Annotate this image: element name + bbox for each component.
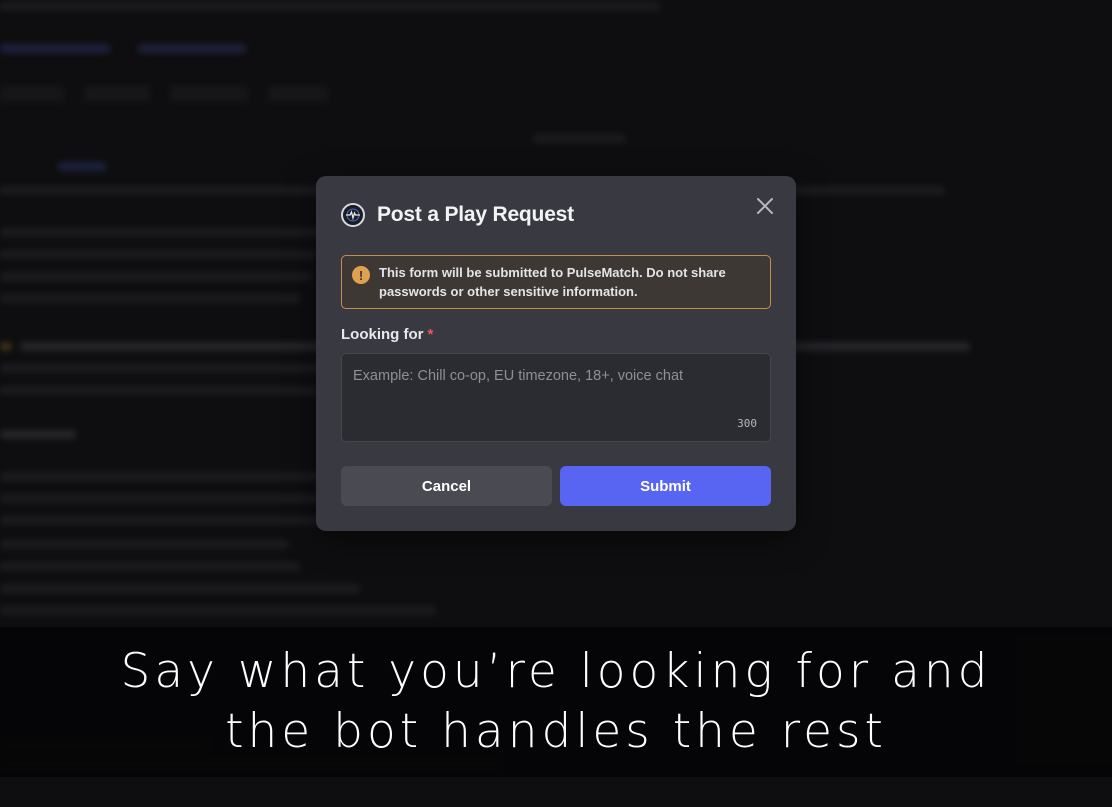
- looking-for-label-text: Looking for: [341, 326, 424, 343]
- warning-text: This form will be submitted to PulseMatc…: [379, 265, 726, 299]
- modal-title: Post a Play Request: [377, 203, 574, 226]
- close-button[interactable]: [754, 195, 776, 217]
- required-indicator: *: [427, 326, 434, 343]
- warning-icon: !: [352, 266, 370, 284]
- close-icon: [757, 198, 773, 214]
- play-request-modal: Post a Play Request ! This form will be …: [316, 176, 796, 531]
- looking-for-label: Looking for *: [341, 326, 433, 343]
- warning-notice: ! This form will be submitted to PulseMa…: [341, 255, 771, 309]
- caption-line-2: the bot handles the rest: [225, 704, 887, 759]
- app-logo-icon: [341, 203, 365, 227]
- caption-banner: Say what you’re looking for and the bot …: [0, 627, 1112, 777]
- submit-button[interactable]: Submit: [560, 466, 771, 506]
- character-counter: 300: [737, 417, 757, 430]
- caption-line-1: Say what you’re looking for and: [120, 644, 992, 699]
- looking-for-input[interactable]: Example: Chill co-op, EU timezone, 18+, …: [341, 353, 771, 442]
- cancel-button[interactable]: Cancel: [341, 466, 552, 506]
- modal-header: Post a Play Request: [341, 203, 574, 227]
- looking-for-placeholder: Example: Chill co-op, EU timezone, 18+, …: [353, 368, 684, 384]
